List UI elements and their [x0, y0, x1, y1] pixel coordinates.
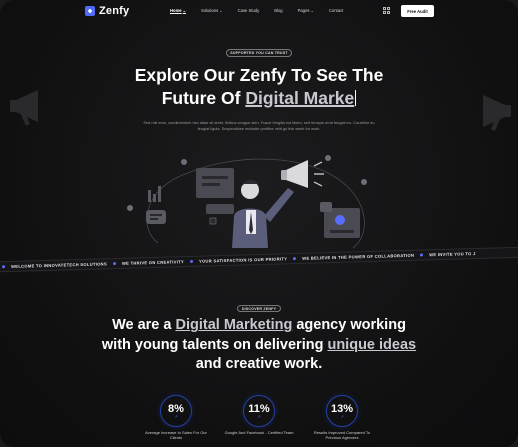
- stat-card: 13% ↗ Results Improved Compared To Previ…: [307, 395, 377, 440]
- brand-name: Zenfy: [99, 5, 130, 17]
- site-header: Zenfy Home ⌄ Solutions ⌄ Case Study Blog P…: [0, 0, 518, 24]
- nav-item-solutions[interactable]: Solutions ⌄: [201, 8, 223, 13]
- about-highlight-unique-ideas: unique ideas: [327, 337, 417, 353]
- marketing-illustration: [127, 155, 367, 249]
- monitor-panel: [320, 202, 360, 238]
- hero-title-line1: Explore Our Zenfy To See The: [134, 65, 384, 85]
- chat-bubbles: [146, 186, 166, 224]
- nav-item-blog[interactable]: Blog: [274, 8, 282, 13]
- grid-menu-icon[interactable]: [383, 7, 390, 14]
- nav-item-home[interactable]: Home ⌄: [170, 8, 186, 13]
- brand-logo[interactable]: Zenfy: [85, 5, 129, 17]
- person-figure: [232, 180, 294, 248]
- chart-panel: [196, 168, 234, 214]
- nav-item-contact[interactable]: Contact: [329, 8, 343, 13]
- chevron-down-icon: ⌄: [219, 8, 223, 13]
- stat-card: 11% ↗ Google And Facebook - Certified Te…: [224, 395, 294, 435]
- hero-title-line2: Future Of Digital Marke: [161, 88, 357, 108]
- bullet-dot-icon: [112, 262, 116, 266]
- about-highlight-digital-marketing: Digital Marketing: [175, 317, 293, 333]
- about-heading-line1: We are a Digital Marketing agency workin…: [112, 317, 406, 333]
- hero-subtitle-line2: feugiat ligula. Suspendisse molestie por…: [197, 126, 321, 131]
- nav-item-pages[interactable]: Pages ⌄: [298, 8, 314, 13]
- stat-label: Results Improved Compared To Previous Ag…: [313, 430, 371, 440]
- stat-ring: 11% ↗: [243, 395, 275, 427]
- megaphone-held: [281, 160, 324, 188]
- page-frame: Zenfy Home ⌄ Solutions ⌄ Case Study Blog P…: [0, 0, 518, 447]
- about-heading-line3: and creative work.: [195, 356, 323, 372]
- ticker-item: WE THRIVE ON CREATIVITY: [121, 259, 185, 266]
- bullet-dot-icon: [189, 259, 194, 263]
- hero-badge: SUPPORTED YOU CAN TRUST: [226, 49, 292, 57]
- arrow-up-right-icon: ↗: [340, 414, 344, 419]
- megaphone-icon: [483, 95, 511, 131]
- ticker-item: WELCOME TO INNOVATETECH SOLUTIONS: [11, 261, 108, 269]
- hero-title-highlight: Digital Marke: [245, 88, 355, 108]
- stat-ring: 13% ↗: [326, 395, 358, 427]
- bullet-dot-icon: [420, 253, 424, 257]
- free-audit-button[interactable]: Free Audit: [401, 5, 434, 17]
- logo-icon: [85, 6, 95, 16]
- main-nav: Home ⌄ Solutions ⌄ Case Study Blog Pages ⌄ …: [170, 8, 343, 13]
- nav-item-case-study[interactable]: Case Study: [238, 8, 260, 13]
- ticker-item: WE BELIEVE IN THE POWER OF COLLABORATION: [302, 252, 415, 261]
- ticker-item: YOUR SATISFACTION IS OUR PRIORITY: [198, 256, 288, 264]
- bullet-dot-icon: [2, 265, 6, 269]
- arrow-up-right-icon: ↗: [174, 414, 178, 419]
- about-badge: DISCOVER ZENFY: [237, 305, 281, 312]
- about-heading-line2: with young talents on delivering unique …: [101, 337, 417, 353]
- stat-label: Google And Facebook - Certified Team: [224, 430, 294, 435]
- chevron-down-icon: ⌄: [310, 8, 314, 13]
- arrow-up-right-icon: ↗: [257, 414, 261, 419]
- stat-label: Average Increase In Sales For Our Client…: [145, 430, 207, 440]
- ticker-item: WE INVITE YOU TO J: [429, 251, 476, 258]
- stat-card: 8% ↗ Average Increase In Sales For Our C…: [141, 395, 211, 440]
- chevron-down-icon: ⌄: [182, 8, 186, 13]
- stat-ring: 8% ↗: [160, 395, 192, 427]
- bullet-dot-icon: [293, 257, 297, 261]
- typing-cursor: [355, 90, 357, 106]
- megaphone-icon: [10, 90, 38, 126]
